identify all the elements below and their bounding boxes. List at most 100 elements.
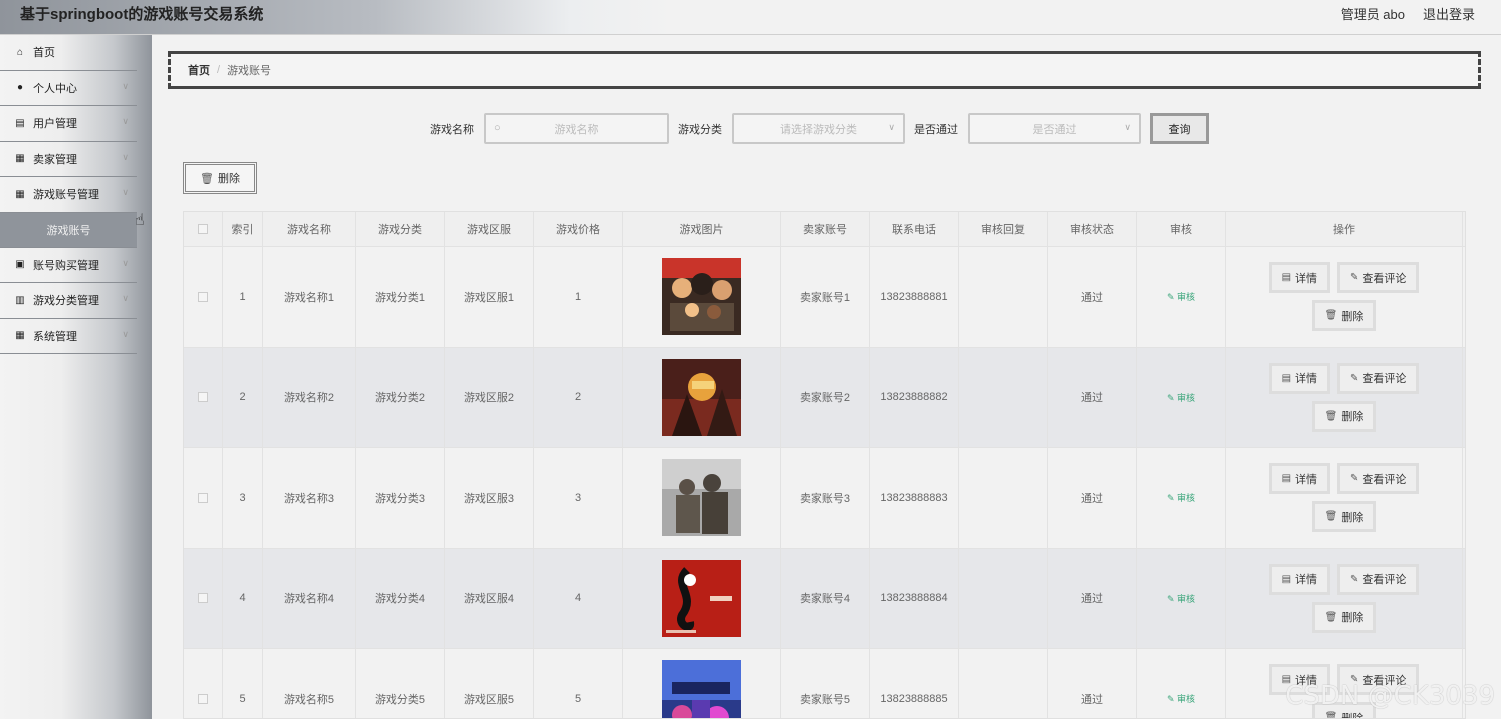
chevron-down-icon: ∨ <box>888 122 895 132</box>
trash-icon: 🗑 <box>1324 310 1338 322</box>
audit-label: 审核 <box>1177 392 1196 403</box>
delete-label: 删除 <box>1341 612 1364 625</box>
table-row: 5 游戏名称5 游戏分类5 游戏区服5 5 卖家账号5 13823888885 通过 ✎ 审核 ▤… <box>184 649 1465 719</box>
view-comments-button[interactable]: ✎ 查看评论 <box>1337 262 1420 294</box>
select-all-checkbox[interactable] <box>198 224 208 234</box>
sidebar-item-2[interactable]: ▤ 用户管理 ∨ <box>0 106 137 142</box>
audit-link[interactable]: ✎ 审核 <box>1167 692 1195 705</box>
sidebar-item-2[interactable]: ▦ 系统管理 ∨ <box>0 319 137 354</box>
view-comments-button[interactable]: ✎ 查看评论 <box>1337 563 1420 595</box>
game-image <box>662 660 741 718</box>
breadcrumb-home[interactable]: 首页 <box>188 62 210 78</box>
search-bar: 游戏名称 ○ 游戏名称 游戏分类 请选择游戏分类 ∨ 是否通过 是否通过 ∨ 查… <box>430 113 1209 144</box>
edit-icon: ✎ <box>1166 292 1178 303</box>
column-header: 游戏区服 <box>445 212 534 246</box>
delete-button[interactable]: 🗑 删除 <box>1311 501 1377 533</box>
table-cell: 游戏区服2 <box>445 347 534 447</box>
table-cell: 卖家账号4 <box>781 548 870 648</box>
sidebar-item-0[interactable]: ▣ 账号购买管理 ∨ <box>0 248 137 283</box>
table-row: 2 游戏名称2 游戏分类2 游戏区服2 2 卖家账号2 13823888882 通过 ✎ 审核 ▤… <box>184 347 1465 448</box>
pass-status-select[interactable]: 是否通过 ∨ <box>968 113 1141 144</box>
select-all-cell[interactable] <box>184 212 223 246</box>
sidebar-item-1[interactable]: ▥ 游戏分类管理 ∨ <box>0 283 137 319</box>
watermark: CSDN @CK3039 <box>1285 681 1495 711</box>
row-checkbox[interactable] <box>198 593 208 604</box>
table-cell: 13823888882 <box>870 347 959 447</box>
table-row: 4 游戏名称4 游戏分类4 游戏区服4 4 卖家账号4 13823888884 通过 ✎ 审核 ▤… <box>184 548 1465 649</box>
delete-button[interactable]: 🗑 删除 <box>1311 400 1377 432</box>
table-cell: 游戏分类4 <box>356 548 445 648</box>
batch-delete-button[interactable]: 🗑 删除 <box>183 162 257 194</box>
sidebar-item-3[interactable]: ▦ 卖家管理 ∨ <box>0 142 137 177</box>
game-category-select[interactable]: 请选择游戏分类 ∨ <box>732 113 905 144</box>
delete-button[interactable]: 🗑 删除 <box>1311 300 1377 332</box>
sidebar-subitem-game-account[interactable]: 游戏账号 <box>0 212 137 248</box>
chevron-down-icon: ∨ <box>122 151 129 162</box>
query-button[interactable]: 查询 <box>1150 113 1209 144</box>
audit-link[interactable]: ✎ 审核 <box>1167 491 1195 504</box>
audit-label: 审核 <box>1177 493 1196 504</box>
table-cell: 游戏名称1 <box>263 247 356 347</box>
table-cell <box>623 247 781 347</box>
sidebar-item-1[interactable]: ● 个人中心 ∨ <box>0 71 137 106</box>
sidebar-item-label: 游戏分类管理 <box>33 295 99 308</box>
table-cell <box>623 649 781 718</box>
detail-label: 详情 <box>1295 473 1318 486</box>
sidebar-item-0[interactable]: ⌂ 首页 <box>0 35 137 71</box>
column-header: 游戏图片 <box>623 212 781 246</box>
row-checkbox[interactable] <box>198 392 208 403</box>
app-title: 基于springboot的游戏账号交易系统 <box>20 6 264 23</box>
logout-link[interactable]: 退出登录 <box>1423 4 1475 23</box>
current-user: 管理员 abo <box>1340 7 1405 22</box>
column-header: 游戏价格 <box>534 212 623 246</box>
home-icon: ⌂ <box>16 46 24 58</box>
game-category-label: 游戏分类 <box>678 123 722 136</box>
chevron-down-icon: ∨ <box>1124 122 1131 132</box>
table-cell: ▤ 详情 ✎ 查看评论 🗑 删除 <box>1226 347 1463 447</box>
comments-label: 查看评论 <box>1362 272 1407 285</box>
edit-icon: ✎ <box>1166 593 1178 604</box>
breadcrumb-separator: / <box>217 64 221 76</box>
document-icon: ▤ <box>1281 473 1292 485</box>
audit-link[interactable]: ✎ 审核 <box>1167 391 1195 404</box>
table-row: 1 游戏名称1 游戏分类1 游戏区服1 1 卖家账号1 13823888881 通过 ✎ 审核 ▤… <box>184 247 1465 348</box>
row-actions: ▤ 详情 ✎ 查看评论 🗑 删除 <box>1268 463 1420 533</box>
detail-button[interactable]: ▤ 详情 <box>1268 262 1331 294</box>
audit-link[interactable]: ✎ 审核 <box>1167 592 1195 605</box>
row-actions-line: ▤ 详情 ✎ 查看评论 <box>1268 563 1420 595</box>
table-cell: 游戏分类3 <box>356 448 445 548</box>
audit-label: 审核 <box>1177 292 1196 303</box>
table-cell <box>623 448 781 548</box>
table-cell: 13823888884 <box>870 548 959 648</box>
audit-link[interactable]: ✎ 审核 <box>1167 290 1195 303</box>
detail-button[interactable]: ▤ 详情 <box>1268 463 1331 495</box>
table-cell: 4 <box>223 548 263 648</box>
game-name-input[interactable]: ○ 游戏名称 <box>484 113 669 144</box>
table-cell <box>184 448 223 548</box>
table-cell: 游戏分类5 <box>356 649 445 718</box>
search-icon: ○ <box>494 122 501 134</box>
delete-button[interactable]: 🗑 删除 <box>1311 601 1377 633</box>
detail-button[interactable]: ▤ 详情 <box>1268 563 1331 595</box>
view-comments-button[interactable]: ✎ 查看评论 <box>1337 362 1420 394</box>
table-cell: ✎ 审核 <box>1137 247 1226 347</box>
column-header: 操作 <box>1226 212 1463 246</box>
table-cell: 3 <box>223 448 263 548</box>
game-account-table: 索引 游戏名称 游戏分类 游戏区服 游戏价格 游戏图片 卖家账号 联系电话 审核回复 审核状态 审核… <box>183 211 1466 719</box>
view-comments-button[interactable]: ✎ 查看评论 <box>1337 463 1420 495</box>
table-cell: ▤ 详情 ✎ 查看评论 🗑 删除 <box>1226 247 1463 347</box>
edit-icon: ✎ <box>1166 694 1178 705</box>
row-checkbox[interactable] <box>198 492 208 503</box>
sidebar-item-4[interactable]: ▦ 游戏账号管理 ∨ <box>0 177 137 213</box>
pass-status-label: 是否通过 <box>914 123 958 136</box>
edit-icon: ✎ <box>1166 493 1178 504</box>
breadcrumb: 首页 / 游戏账号 <box>168 51 1481 89</box>
table-cell: 1 <box>534 247 623 347</box>
detail-button[interactable]: ▤ 详情 <box>1268 362 1331 394</box>
row-checkbox[interactable] <box>198 291 208 302</box>
table-cell: 游戏区服3 <box>445 448 534 548</box>
table-cell: 游戏名称3 <box>263 448 356 548</box>
row-checkbox[interactable] <box>198 693 208 704</box>
table-cell: 通过 <box>1048 649 1137 718</box>
delete-label: 删除 <box>1341 712 1364 719</box>
